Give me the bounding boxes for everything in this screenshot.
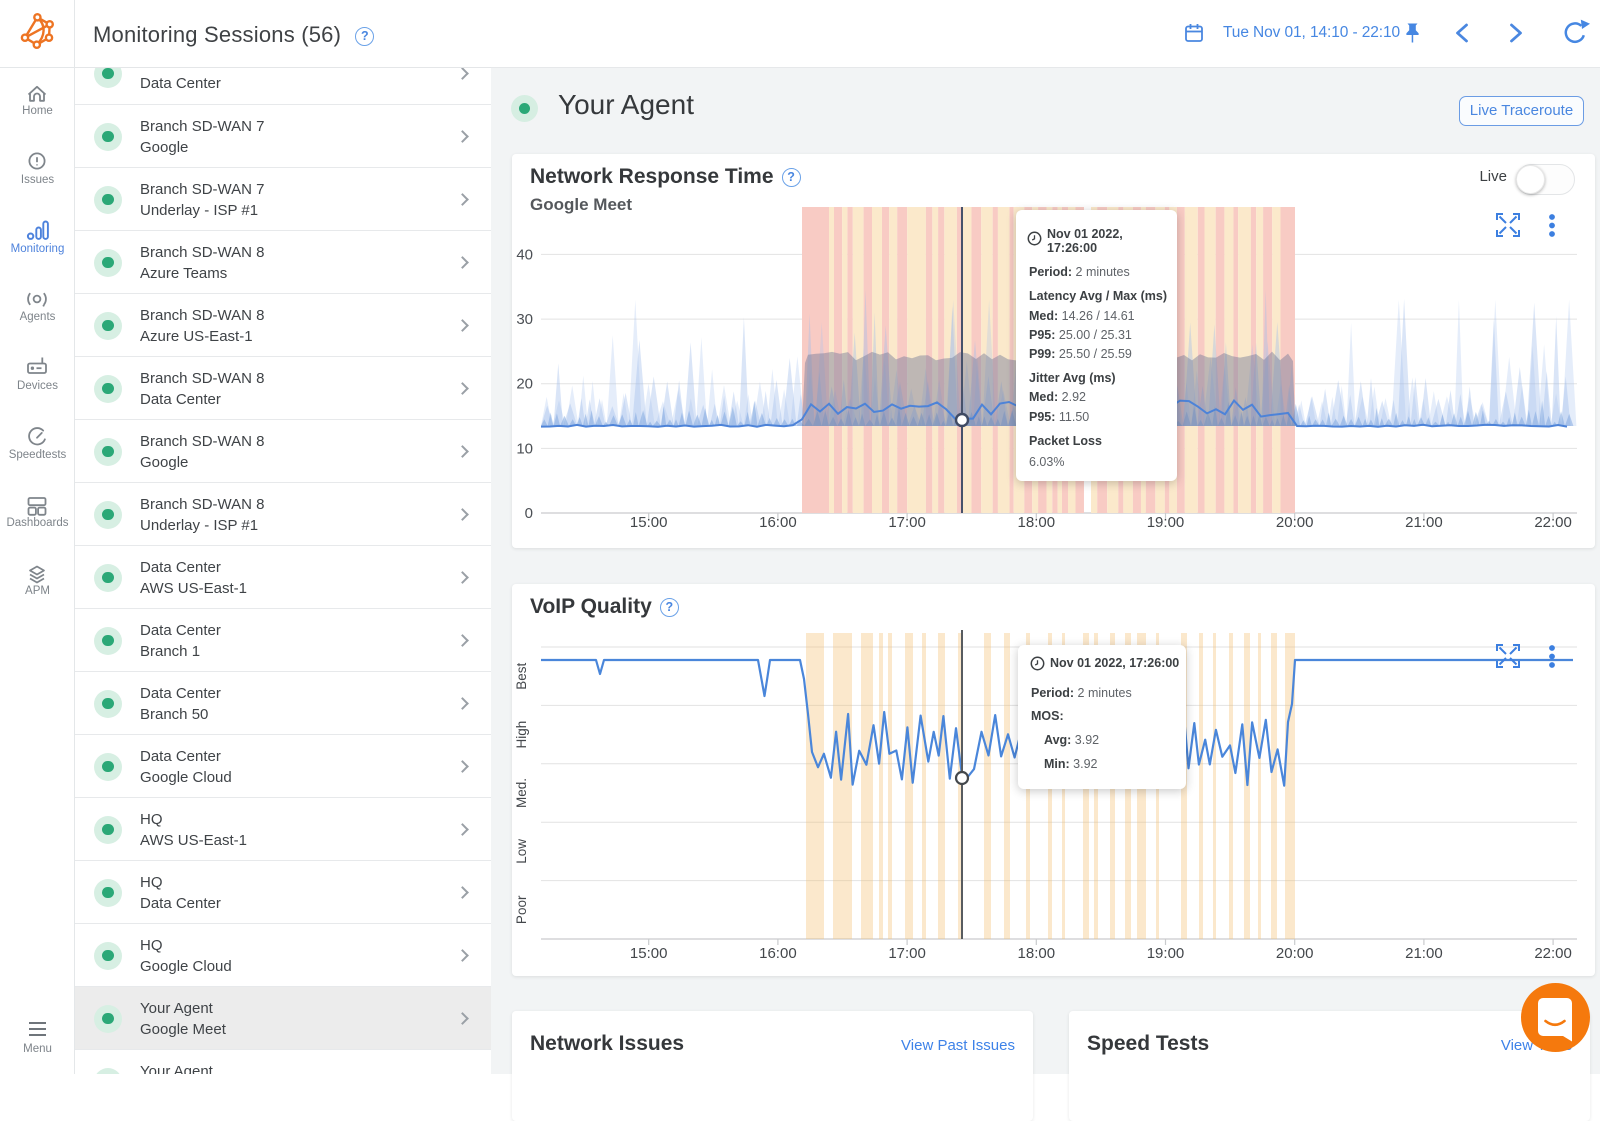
svg-text:15:00: 15:00 bbox=[630, 945, 668, 962]
svg-text:18:00: 18:00 bbox=[1018, 514, 1056, 531]
svg-text:21:00: 21:00 bbox=[1405, 945, 1443, 962]
svg-text:10: 10 bbox=[516, 440, 533, 457]
svg-text:High: High bbox=[514, 721, 529, 749]
svg-text:30: 30 bbox=[516, 311, 533, 328]
svg-text:22:00: 22:00 bbox=[1534, 514, 1572, 531]
svg-text:40: 40 bbox=[516, 246, 533, 263]
svg-text:20:00: 20:00 bbox=[1276, 514, 1314, 531]
svg-text:20: 20 bbox=[516, 376, 533, 393]
svg-text:Med.: Med. bbox=[514, 778, 529, 808]
svg-text:17:00: 17:00 bbox=[888, 514, 926, 531]
svg-text:19:00: 19:00 bbox=[1147, 514, 1185, 531]
svg-text:22:00: 22:00 bbox=[1534, 945, 1572, 962]
svg-text:0: 0 bbox=[525, 505, 533, 522]
svg-text:Best: Best bbox=[514, 662, 529, 689]
svg-text:16:00: 16:00 bbox=[759, 945, 797, 962]
svg-text:Poor: Poor bbox=[514, 895, 529, 924]
svg-text:21:00: 21:00 bbox=[1405, 514, 1443, 531]
svg-text:16:00: 16:00 bbox=[759, 514, 797, 531]
svg-text:18:00: 18:00 bbox=[1018, 945, 1056, 962]
svg-text:17:00: 17:00 bbox=[888, 945, 926, 962]
svg-text:Low: Low bbox=[514, 839, 529, 864]
svg-text:20:00: 20:00 bbox=[1276, 945, 1314, 962]
svg-text:15:00: 15:00 bbox=[630, 514, 668, 531]
svg-text:19:00: 19:00 bbox=[1147, 945, 1185, 962]
